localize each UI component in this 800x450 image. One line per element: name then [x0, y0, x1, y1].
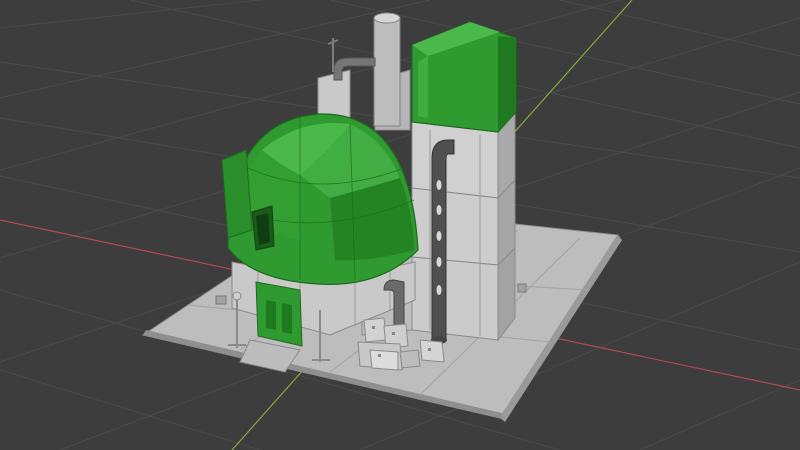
- viewport-canvas[interactable]: [0, 0, 800, 450]
- green-roof-block[interactable]: [411, 21, 517, 133]
- 3d-viewport[interactable]: [0, 0, 800, 450]
- floor-vent-right: [517, 283, 527, 293]
- green-dome[interactable]: [221, 113, 419, 336]
- floor-vent: [215, 295, 227, 305]
- lamp-light: [232, 291, 242, 301]
